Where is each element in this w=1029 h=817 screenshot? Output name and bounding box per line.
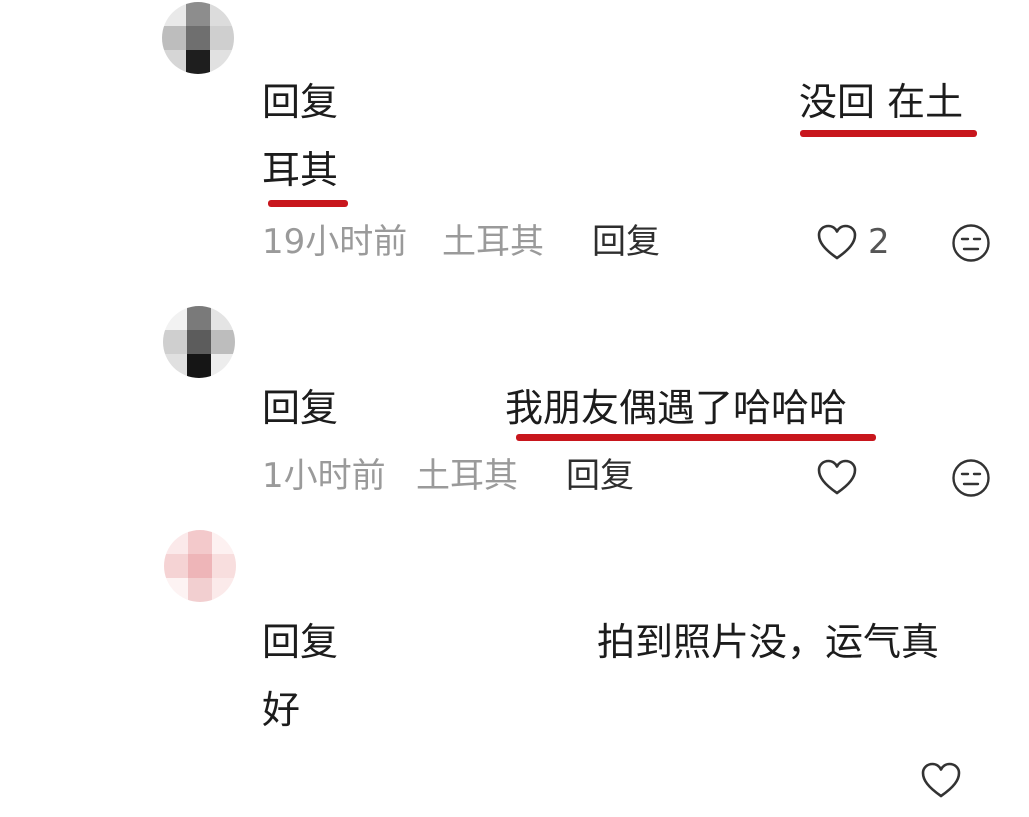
comment-text: 拍到照片没，运气真 bbox=[597, 620, 940, 664]
heart-outline-icon[interactable] bbox=[920, 761, 962, 799]
reply-prefix: 回复 bbox=[262, 386, 339, 430]
like-count: 2 bbox=[868, 222, 890, 262]
comment-location: 土耳其 bbox=[442, 222, 544, 262]
comment-location: 土耳其 bbox=[416, 456, 518, 496]
avatar[interactable] bbox=[163, 306, 235, 378]
heart-outline-icon[interactable] bbox=[816, 223, 858, 261]
comment-time: 19小时前 bbox=[262, 222, 408, 262]
comment-text: 我朋友偶遇了哈哈哈 bbox=[505, 386, 848, 430]
neutral-face-icon[interactable] bbox=[951, 223, 991, 263]
avatar[interactable] bbox=[162, 2, 234, 74]
comment-text: 没回 在土 bbox=[799, 80, 964, 124]
highlight-underline bbox=[268, 200, 348, 207]
reply-button[interactable]: 回复 bbox=[566, 456, 634, 496]
reply-prefix: 回复 bbox=[262, 620, 339, 664]
reply-prefix: 回复 bbox=[262, 80, 339, 124]
comment-text-continued: 耳其 bbox=[262, 148, 339, 192]
comment-time: 1小时前 bbox=[262, 456, 386, 496]
heart-outline-icon[interactable] bbox=[816, 458, 858, 496]
comment-text-continued: 好 bbox=[262, 688, 301, 732]
neutral-face-icon[interactable] bbox=[951, 458, 991, 498]
highlight-underline bbox=[800, 130, 977, 137]
reply-button[interactable]: 回复 bbox=[592, 222, 660, 262]
avatar[interactable] bbox=[164, 530, 236, 602]
highlight-underline bbox=[516, 434, 876, 441]
